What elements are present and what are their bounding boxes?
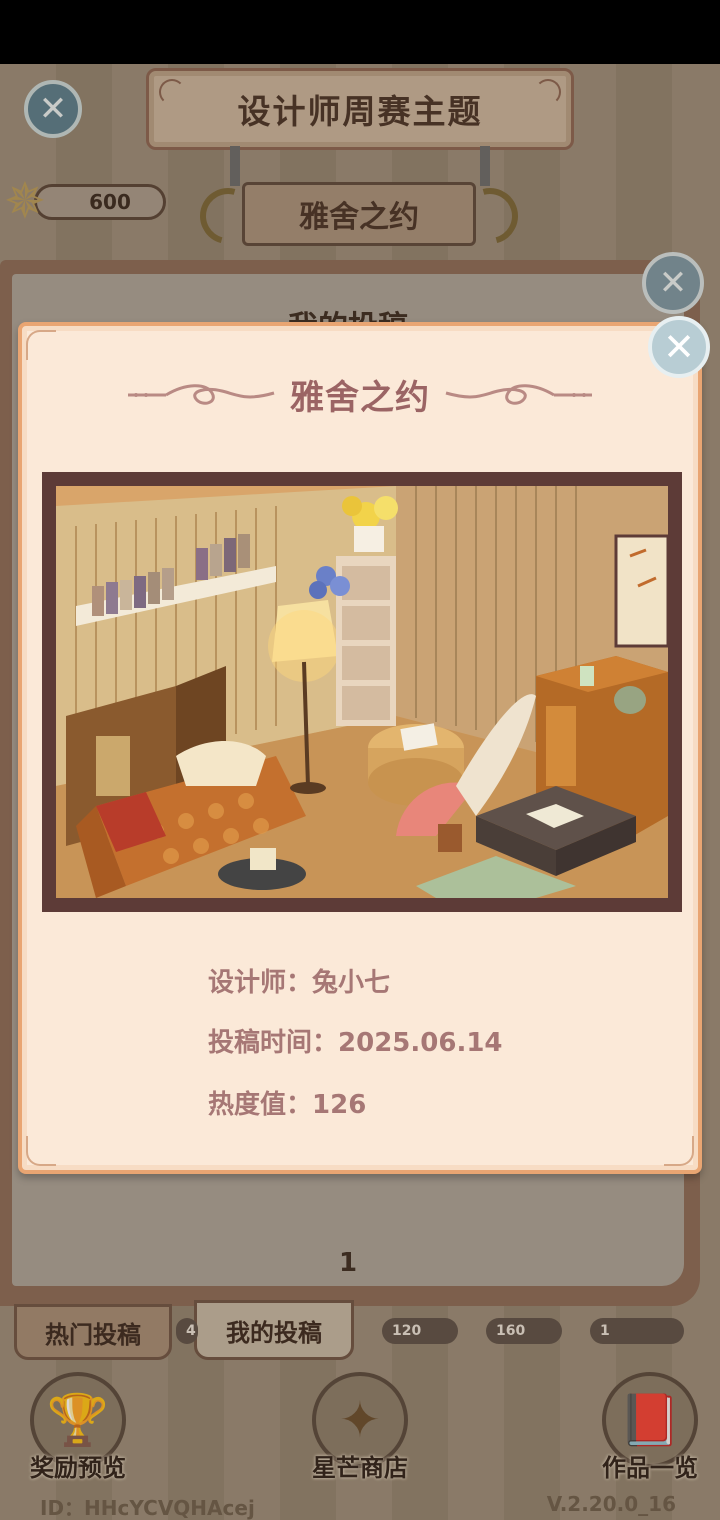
flourish-right-icon [445,384,592,405]
submission-detail-modal: 雅舍之约 设计师：兔小七 投稿时间：2025.06.14 热度值：126 [18,322,702,1174]
designer-info: 设计师：兔小七 [208,962,390,999]
corner-ornament [664,1136,694,1166]
flourish-left-icon [128,384,275,405]
heat-value: 126 [312,1090,367,1120]
submit-time-label: 投稿时间： [208,1028,339,1058]
room-design-image [42,472,682,912]
designer-name: 兔小七 [312,968,391,998]
modal-title: 雅舍之约 [290,377,430,418]
designer-label: 设计师： [208,968,313,998]
room-illustration [56,486,668,898]
submit-time-info: 投稿时间：2025.06.14 [208,1022,503,1059]
submit-date: 2025.06.14 [338,1028,503,1058]
close-icon: ✕ [663,325,695,369]
corner-ornament [26,330,56,360]
game-screen: ✕ 设计师周赛主题 600 ✵ 雅舍之约 我的投稿 1 ✕ 热门投稿 我的投稿 … [0,64,720,1520]
modal-header: 雅舍之约 [22,364,698,424]
heat-info: 热度值：126 [208,1084,366,1121]
heat-label: 热度值： [208,1090,313,1120]
corner-ornament [26,1136,56,1166]
modal-close-button[interactable]: ✕ [648,316,710,378]
